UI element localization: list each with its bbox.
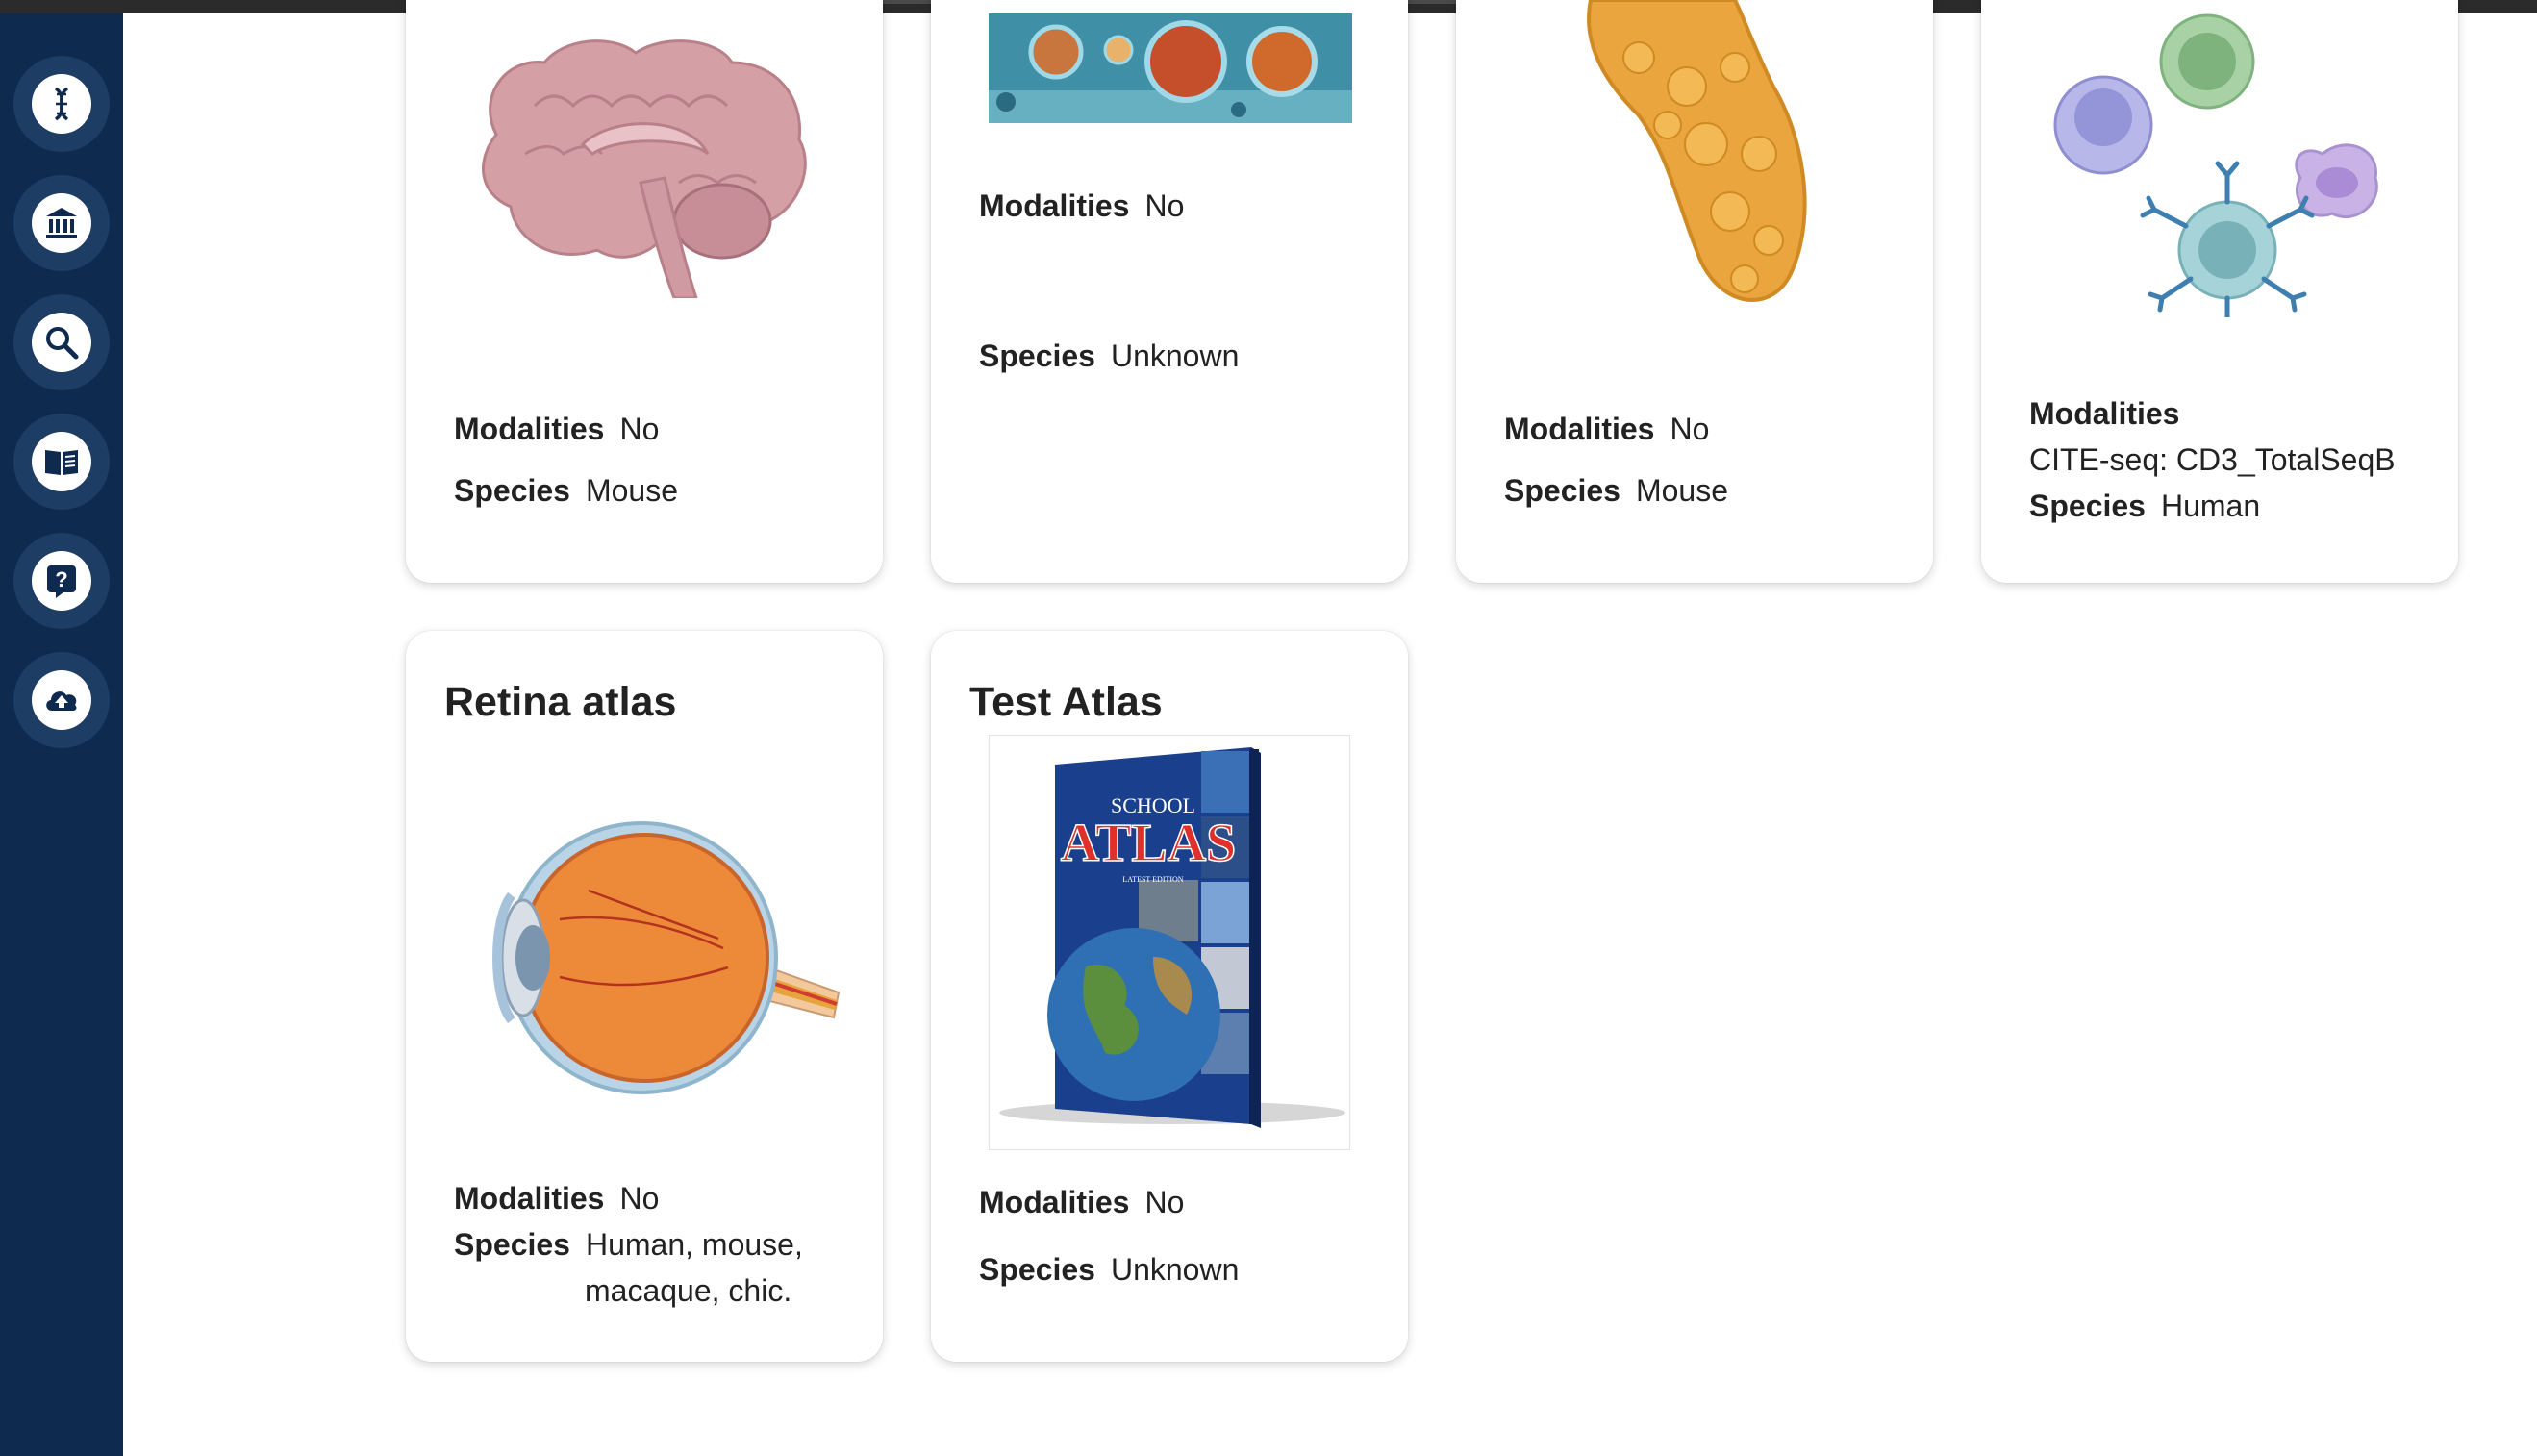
book-sub-text: LATEST EDITION: [1122, 875, 1183, 884]
species-row: Species Mouse: [1504, 467, 1728, 514]
dna-icon: [54, 87, 69, 121]
bank-icon: [46, 208, 77, 238]
species-value: Human, mouse, macaque, chic.: [585, 1227, 803, 1308]
modalities-label: Modalities: [1504, 412, 1655, 446]
pancreas-image: [1587, 0, 1807, 303]
modalities-value: No: [1144, 188, 1185, 223]
species-row: Species Human, mouse, macaque, chic.: [454, 1221, 839, 1314]
search-icon: [46, 327, 79, 360]
brain-image: [482, 39, 807, 298]
modalities-row: Modalities No: [979, 183, 1184, 229]
docs-nav-button[interactable]: [13, 414, 110, 510]
atlas-card[interactable]: Test Atlas SCHOOL ATLAS LATEST EDITION M…: [931, 631, 1408, 1362]
modalities-row: Modalities: [2029, 390, 2195, 437]
eye-image: [492, 821, 841, 1094]
modalities-value: No: [1670, 412, 1710, 446]
species-value: Mouse: [585, 473, 679, 508]
modalities-label: Modalities: [454, 1181, 605, 1216]
species-label: Species: [979, 1252, 1095, 1287]
dna-nav-button[interactable]: [13, 56, 110, 152]
school-atlas-book-image: SCHOOL ATLAS LATEST EDITION: [999, 747, 1345, 1128]
modalities-value: No: [619, 1181, 660, 1216]
cloud-upload-icon: [46, 691, 77, 711]
modalities-row: Modalities No: [454, 1175, 659, 1221]
modalities-value: No: [1144, 1185, 1185, 1219]
modalities-label: Modalities: [2029, 396, 2180, 431]
immune-cells-image: [2053, 13, 2378, 317]
modalities-value-row: CITE-seq: CD3_TotalSeqB: [2029, 437, 2396, 483]
species-label: Species: [1504, 473, 1620, 508]
modalities-label: Modalities: [454, 412, 605, 446]
atlas-card[interactable]: Modalities No Species Unknown: [931, 0, 1408, 583]
species-row: Species Unknown: [979, 333, 1239, 379]
help-nav-button[interactable]: ?: [13, 533, 110, 629]
search-nav-button[interactable]: [13, 294, 110, 390]
species-label: Species: [2029, 489, 2146, 523]
species-value: Unknown: [1110, 339, 1240, 373]
species-label: Species: [454, 1227, 570, 1262]
cells-image: [989, 13, 1352, 123]
species-label: Species: [454, 473, 570, 508]
modalities-row: Modalities No: [1504, 406, 1709, 452]
species-value: Mouse: [1635, 473, 1729, 508]
card-title: Retina atlas: [444, 679, 677, 725]
species-value: Unknown: [1110, 1252, 1240, 1287]
modalities-value: CITE-seq: CD3_TotalSeqB: [2029, 442, 2396, 477]
institution-nav-button[interactable]: [13, 175, 110, 271]
modalities-label: Modalities: [979, 188, 1130, 223]
help-icon: ?: [47, 565, 76, 598]
atlas-card[interactable]: Modalities No Species Mouse: [406, 0, 883, 583]
book-icon: [45, 450, 78, 475]
modalities-label: Modalities: [979, 1185, 1130, 1219]
book-image-frame: SCHOOL ATLAS LATEST EDITION: [989, 735, 1350, 1150]
upload-nav-button[interactable]: [13, 652, 110, 748]
modalities-row: Modalities No: [979, 1179, 1184, 1225]
atlas-card[interactable]: Retina atlas Modalities No Species Human, …: [406, 631, 883, 1362]
species-row: Species Human: [2029, 483, 2260, 529]
svg-text:?: ?: [55, 567, 67, 591]
atlas-card[interactable]: Modalities CITE-seq: CD3_TotalSeqB Speci…: [1981, 0, 2458, 583]
modalities-row: Modalities No: [454, 406, 659, 452]
card-title: Test Atlas: [969, 679, 1163, 725]
sidebar: ?: [0, 13, 123, 1456]
atlas-card[interactable]: Modalities No Species Mouse: [1456, 0, 1933, 583]
modalities-value: No: [619, 412, 660, 446]
species-value: Human: [2160, 489, 2261, 523]
species-row: Species Unknown: [979, 1246, 1239, 1293]
species-row: Species Mouse: [454, 467, 678, 514]
book-main-text: ATLAS: [1061, 814, 1237, 873]
species-label: Species: [979, 339, 1095, 373]
